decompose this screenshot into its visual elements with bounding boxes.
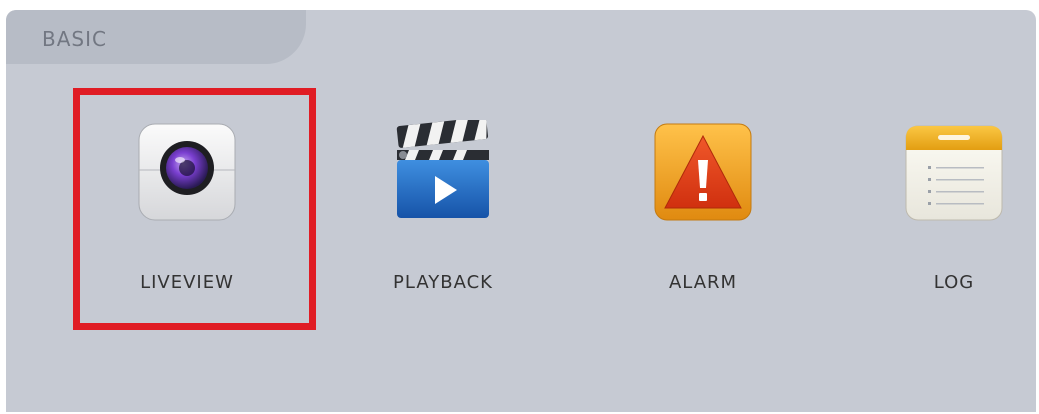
tile-label-playback: PLAYBACK [393, 272, 493, 293]
section-title: BASIC [42, 27, 107, 51]
tile-log[interactable]: LOG [854, 110, 1039, 310]
notepad-list-icon [902, 120, 1006, 224]
clapperboard-play-icon [391, 116, 495, 224]
camera-lens-icon [135, 120, 239, 224]
tile-label-liveview: LIVEVIEW [140, 272, 234, 293]
tile-label-log: LOG [933, 272, 975, 293]
tile-playback[interactable]: PLAYBACK [343, 110, 543, 310]
tile-alarm[interactable]: ALARM [603, 110, 803, 310]
section-tab: BASIC [6, 10, 306, 64]
tile-label-alarm: ALARM [668, 272, 738, 293]
warning-triangle-icon [651, 120, 755, 224]
tile-liveview[interactable]: LIVEVIEW [87, 110, 287, 310]
